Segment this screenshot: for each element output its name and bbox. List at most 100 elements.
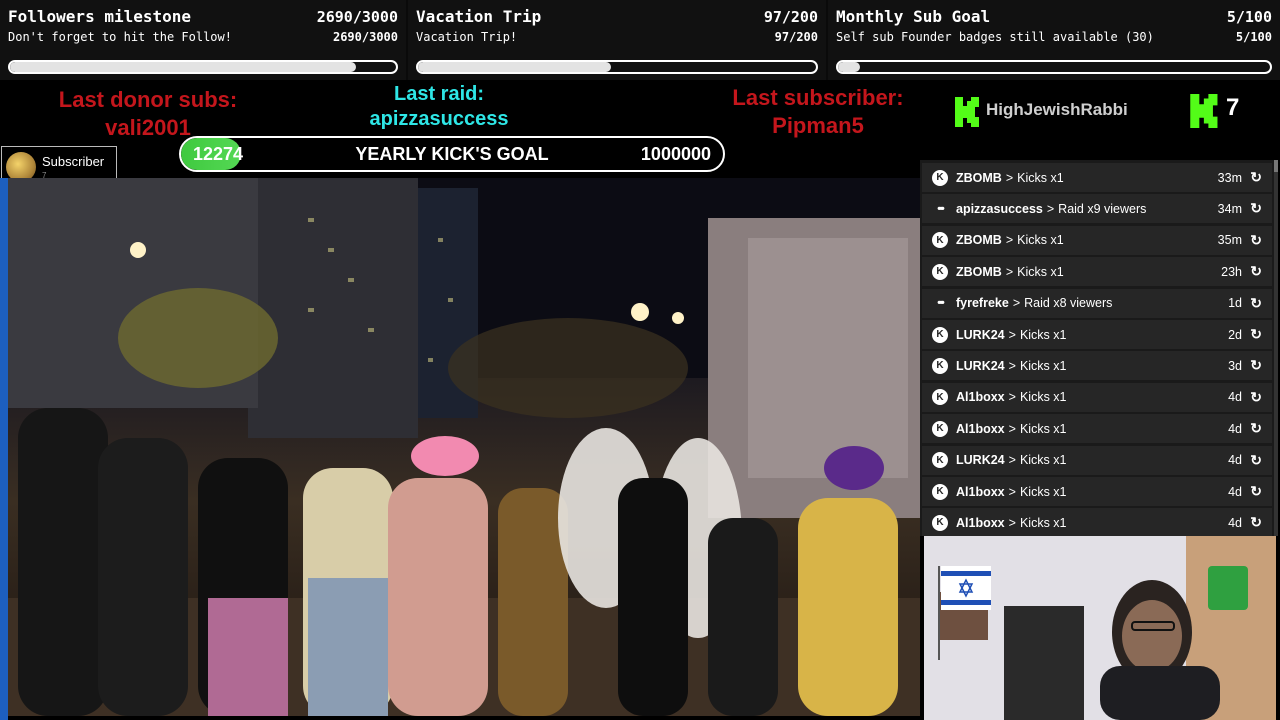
last-donor-label: Last donor subs: bbox=[58, 87, 238, 112]
goal-monthly-sub: Monthly Sub Goal 5/100 Self sub Founder b… bbox=[828, 0, 1280, 80]
kick-icon: K bbox=[932, 389, 948, 406]
replay-icon[interactable]: ↻ bbox=[1250, 263, 1262, 280]
feed-time: 4d bbox=[1228, 453, 1242, 468]
feed-item: K ZBOMB > Kicks x1 35m ↻ bbox=[922, 225, 1272, 255]
replay-icon[interactable]: ↻ bbox=[1250, 295, 1262, 312]
feed-time: 4d bbox=[1228, 390, 1242, 405]
feed-action: Kicks x1 bbox=[1019, 358, 1067, 373]
last-subscriber: Last subscriber: Pipman5 bbox=[704, 84, 932, 140]
feed-time: 34m bbox=[1217, 201, 1242, 216]
feed-separator-icon: > bbox=[1008, 358, 1016, 373]
feed-time: 35m bbox=[1217, 233, 1242, 248]
feed-separator-icon: > bbox=[1008, 515, 1016, 530]
kick-icon: K bbox=[932, 452, 948, 469]
feed-username: ZBOMB bbox=[956, 264, 1002, 279]
feed-time: 4d bbox=[1228, 421, 1242, 436]
kick-icon: K bbox=[932, 514, 948, 531]
feed-action: Kicks x1 bbox=[1017, 233, 1064, 248]
goal-progress-fill bbox=[418, 62, 612, 72]
goal-bars: Followers milestone 2690/3000 Don't forge… bbox=[0, 0, 1280, 80]
feed-time: 1d bbox=[1228, 296, 1242, 311]
feed-item: K LURK24 > Kicks x1 3d ↻ bbox=[922, 351, 1272, 381]
event-feed: K ZBOMB > Kicks x1 33m ↻ ••• apizzasuccess > Raid… bbox=[920, 160, 1274, 536]
feed-action: Raid x8 viewers bbox=[1024, 296, 1113, 311]
replay-icon[interactable]: ↻ bbox=[1250, 200, 1262, 217]
feed-action: Kicks x1 bbox=[1019, 421, 1067, 436]
feed-scrollbar[interactable] bbox=[1274, 160, 1278, 536]
feed-username: ZBOMB bbox=[956, 233, 1002, 248]
feed-item: K Al1boxx > Kicks x1 4d ↻ bbox=[922, 414, 1272, 444]
feed-separator-icon: > bbox=[1005, 233, 1014, 248]
feed-action: Kicks x1 bbox=[1017, 170, 1064, 185]
replay-icon[interactable]: ↻ bbox=[1250, 483, 1262, 500]
feed-username: LURK24 bbox=[956, 358, 1005, 373]
feed-item: K Al1boxx > Kicks x1 4d ↻ bbox=[922, 508, 1272, 536]
replay-icon[interactable]: ↻ bbox=[1250, 420, 1262, 437]
last-donor: Last donor subs: vali2001 bbox=[40, 86, 256, 142]
kick-icon: K bbox=[932, 263, 948, 280]
last-raid: Last raid: apizzasuccess bbox=[346, 82, 532, 132]
last-subscriber-name: Pipman5 bbox=[772, 113, 864, 138]
goal-count: 2690/3000 bbox=[316, 8, 398, 26]
feed-username: Al1boxx bbox=[956, 484, 1005, 499]
last-raid-label: Last raid: bbox=[393, 83, 485, 105]
feed-time: 2d bbox=[1228, 327, 1242, 342]
goal-count: 97/200 bbox=[763, 8, 818, 26]
feed-time: 4d bbox=[1228, 515, 1242, 530]
goal-progress-bar bbox=[836, 60, 1272, 74]
feed-action: Kicks x1 bbox=[1019, 390, 1067, 405]
goal-subtitle: Don't forget to hit the Follow! bbox=[8, 30, 232, 44]
feed-scrollbar-thumb[interactable] bbox=[1274, 160, 1278, 172]
feed-separator-icon: > bbox=[1008, 453, 1016, 468]
feed-time: 33m bbox=[1217, 170, 1242, 185]
last-subscriber-label: Last subscriber: bbox=[732, 85, 904, 110]
feed-username: Al1boxx bbox=[956, 515, 1005, 530]
goal-title: Followers milestone bbox=[8, 7, 192, 26]
feed-action: Kicks x1 bbox=[1019, 453, 1067, 468]
feed-username: Al1boxx bbox=[956, 390, 1005, 405]
replay-icon[interactable]: ↻ bbox=[1250, 514, 1262, 531]
feed-username: apizzasuccess bbox=[956, 201, 1043, 216]
kick-username: HighJewishRabbi bbox=[986, 100, 1128, 119]
feed-separator-icon: > bbox=[1008, 390, 1016, 405]
replay-icon[interactable]: ↻ bbox=[1250, 452, 1262, 469]
street-scene bbox=[8, 178, 920, 716]
yearly-kicks-goal: 12274 YEARLY KICK'S GOAL 1000000 bbox=[179, 136, 725, 172]
replay-icon[interactable]: ↻ bbox=[1250, 169, 1262, 186]
replay-icon[interactable]: ↻ bbox=[1250, 389, 1262, 406]
goal-count: 5/100 bbox=[1226, 8, 1272, 26]
subscriber-label: Subscriber bbox=[42, 154, 105, 169]
feed-action: Kicks x1 bbox=[1019, 515, 1067, 530]
feed-time: 4d bbox=[1228, 484, 1242, 499]
feed-item: ••• fyrefreke > Raid x8 viewers 1d ↻ bbox=[922, 288, 1272, 318]
feed-separator-icon: > bbox=[1005, 170, 1014, 185]
feed-action: Kicks x1 bbox=[1019, 327, 1067, 342]
goal-sub-count: 2690/3000 bbox=[332, 30, 398, 44]
kick-icon: K bbox=[932, 326, 948, 343]
feed-time: 23h bbox=[1221, 264, 1242, 279]
last-raid-name: apizzasuccess bbox=[369, 108, 509, 130]
goal-progress-fill bbox=[838, 62, 860, 72]
kick-icon: K bbox=[932, 169, 948, 186]
feed-username: ZBOMB bbox=[956, 170, 1002, 185]
replay-icon[interactable]: ↻ bbox=[1250, 326, 1262, 343]
main-video[interactable] bbox=[8, 178, 920, 716]
raid-icon: ••• bbox=[937, 202, 945, 215]
goal-subtitle: Vacation Trip! bbox=[416, 30, 518, 44]
feed-username: Al1boxx bbox=[956, 421, 1005, 436]
goal-subtitle: Self sub Founder badges still available … bbox=[836, 30, 1154, 44]
feed-item: K LURK24 > Kicks x1 4d ↻ bbox=[922, 445, 1272, 475]
goal-title: Monthly Sub Goal bbox=[836, 7, 991, 26]
kick-icon: K bbox=[932, 357, 948, 374]
video-left-border bbox=[0, 178, 8, 720]
feed-action: Raid x9 viewers bbox=[1058, 201, 1147, 216]
feed-separator-icon: > bbox=[1008, 327, 1016, 342]
goal-progress-bar bbox=[416, 60, 818, 74]
replay-icon[interactable]: ↻ bbox=[1250, 232, 1262, 249]
feed-action: Kicks x1 bbox=[1017, 264, 1064, 279]
goal-progress-fill bbox=[10, 62, 357, 72]
goal-vacation: Vacation Trip 97/200 Vacation Trip! 97/200 bbox=[408, 0, 826, 80]
kick-icon: K bbox=[932, 232, 948, 249]
kick-logo-icon bbox=[955, 97, 979, 127]
replay-icon[interactable]: ↻ bbox=[1250, 357, 1262, 374]
